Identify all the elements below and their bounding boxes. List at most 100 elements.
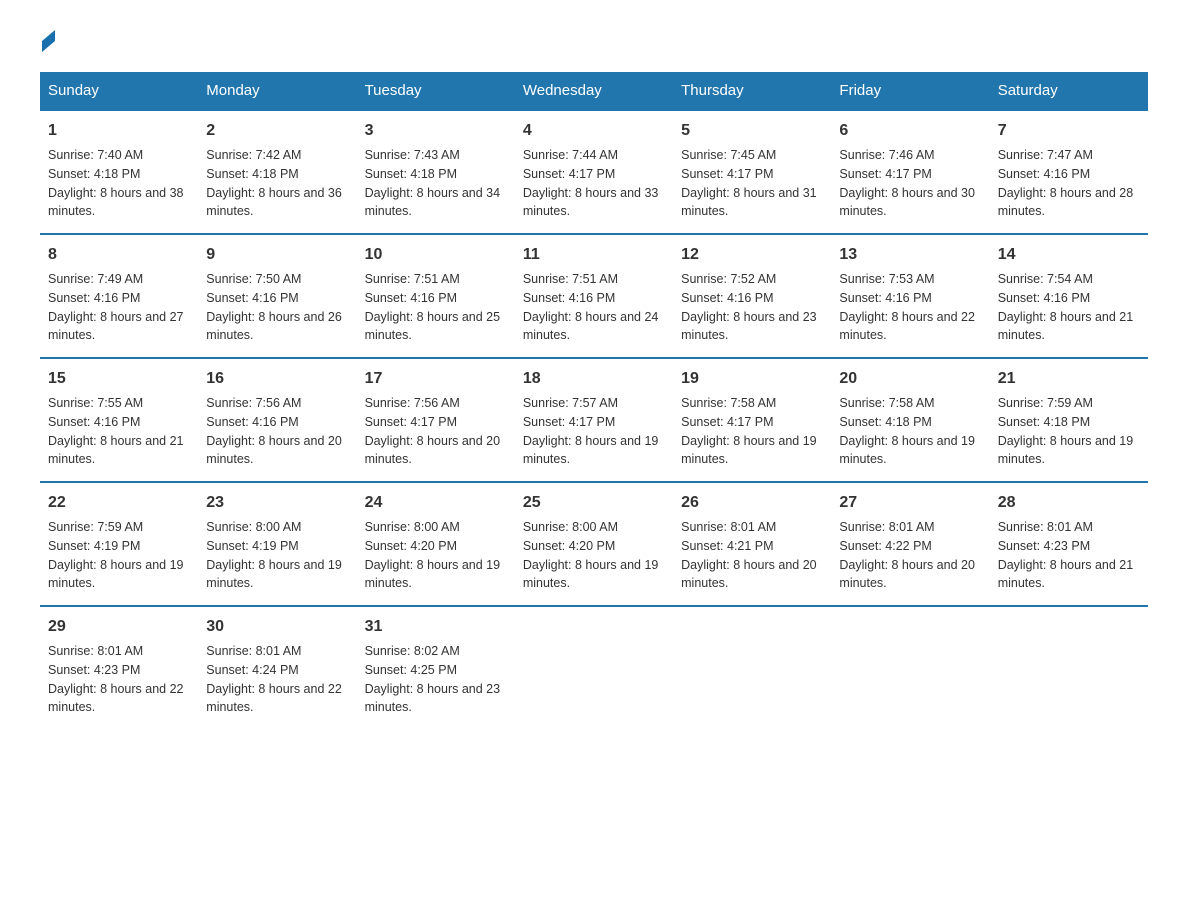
page-header (40, 30, 1148, 52)
day-number: 23 (206, 491, 348, 515)
day-number: 4 (523, 119, 665, 143)
day-info: Sunrise: 7:59 AMSunset: 4:18 PMDaylight:… (998, 394, 1140, 469)
calendar-cell: 10 Sunrise: 7:51 AMSunset: 4:16 PMDayligh… (357, 234, 515, 358)
day-info: Sunrise: 7:59 AMSunset: 4:19 PMDaylight:… (48, 518, 190, 593)
calendar-cell: 6 Sunrise: 7:46 AMSunset: 4:17 PMDaylight… (831, 110, 989, 234)
calendar-header-row: SundayMondayTuesdayWednesdayThursdayFrid… (40, 72, 1148, 110)
calendar-cell: 13Sunrise: 7:53 AMSunset: 4:16 PMDayligh… (831, 234, 989, 358)
day-info: Sunrise: 8:02 AMSunset: 4:25 PMDaylight:… (365, 642, 507, 717)
day-number: 11 (523, 243, 665, 267)
calendar-cell: 7Sunrise: 7:47 AMSunset: 4:16 PMDaylight… (990, 110, 1148, 234)
day-info: Sunrise: 7:42 AMSunset: 4:18 PMDaylight:… (206, 146, 348, 221)
day-info: Sunrise: 7:54 AMSunset: 4:16 PMDaylight:… (998, 270, 1140, 345)
calendar-cell: 29 Sunrise: 8:01 AMSunset: 4:23 PMDayligh… (40, 606, 198, 729)
day-info: Sunrise: 7:56 AMSunset: 4:17 PMDaylight:… (365, 394, 507, 469)
day-number: 8 (48, 243, 190, 267)
week-row-1: 1 Sunrise: 7:40 AMSunset: 4:18 PMDaylight… (40, 110, 1148, 234)
calendar-cell: 26 Sunrise: 8:01 AMSunset: 4:21 PMDayligh… (673, 482, 831, 606)
day-info: Sunrise: 7:47 AMSunset: 4:16 PMDaylight:… (998, 146, 1140, 221)
day-number: 19 (681, 367, 823, 391)
header-wednesday: Wednesday (515, 72, 673, 110)
day-number: 14 (998, 243, 1140, 267)
calendar-cell: 21 Sunrise: 7:59 AMSunset: 4:18 PMDayligh… (990, 358, 1148, 482)
calendar-cell: 14 Sunrise: 7:54 AMSunset: 4:16 PMDayligh… (990, 234, 1148, 358)
day-number: 2 (206, 119, 348, 143)
calendar-cell: 16 Sunrise: 7:56 AMSunset: 4:16 PMDayligh… (198, 358, 356, 482)
day-number: 16 (206, 367, 348, 391)
calendar-cell (673, 606, 831, 729)
day-number: 31 (365, 615, 507, 639)
calendar-cell: 18Sunrise: 7:57 AMSunset: 4:17 PMDayligh… (515, 358, 673, 482)
calendar-cell: 5Sunrise: 7:45 AMSunset: 4:17 PMDaylight… (673, 110, 831, 234)
day-number: 20 (839, 367, 981, 391)
header-sunday: Sunday (40, 72, 198, 110)
day-number: 9 (206, 243, 348, 267)
calendar-cell: 19 Sunrise: 7:58 AMSunset: 4:17 PMDayligh… (673, 358, 831, 482)
day-info: Sunrise: 7:52 AMSunset: 4:16 PMDaylight:… (681, 270, 823, 345)
calendar-cell: 28Sunrise: 8:01 AMSunset: 4:23 PMDayligh… (990, 482, 1148, 606)
calendar-cell: 11 Sunrise: 7:51 AMSunset: 4:16 PMDayligh… (515, 234, 673, 358)
calendar-cell (515, 606, 673, 729)
calendar-cell: 27 Sunrise: 8:01 AMSunset: 4:22 PMDayligh… (831, 482, 989, 606)
day-number: 1 (48, 119, 190, 143)
header-tuesday: Tuesday (357, 72, 515, 110)
day-number: 3 (365, 119, 507, 143)
day-info: Sunrise: 8:00 AMSunset: 4:20 PMDaylight:… (523, 518, 665, 593)
day-number: 17 (365, 367, 507, 391)
day-info: Sunrise: 8:01 AMSunset: 4:23 PMDaylight:… (48, 642, 190, 717)
day-number: 26 (681, 491, 823, 515)
calendar-cell: 22 Sunrise: 7:59 AMSunset: 4:19 PMDayligh… (40, 482, 198, 606)
day-info: Sunrise: 7:49 AMSunset: 4:16 PMDaylight:… (48, 270, 190, 345)
day-info: Sunrise: 7:50 AMSunset: 4:16 PMDaylight:… (206, 270, 348, 345)
day-info: Sunrise: 7:58 AMSunset: 4:17 PMDaylight:… (681, 394, 823, 469)
calendar-cell: 4 Sunrise: 7:44 AMSunset: 4:17 PMDaylight… (515, 110, 673, 234)
calendar-cell: 15Sunrise: 7:55 AMSunset: 4:16 PMDayligh… (40, 358, 198, 482)
day-info: Sunrise: 8:00 AMSunset: 4:19 PMDaylight:… (206, 518, 348, 593)
calendar-cell: 20 Sunrise: 7:58 AMSunset: 4:18 PMDayligh… (831, 358, 989, 482)
header-thursday: Thursday (673, 72, 831, 110)
day-number: 25 (523, 491, 665, 515)
day-number: 15 (48, 367, 190, 391)
day-number: 21 (998, 367, 1140, 391)
calendar-cell: 1 Sunrise: 7:40 AMSunset: 4:18 PMDaylight… (40, 110, 198, 234)
calendar-cell (990, 606, 1148, 729)
day-info: Sunrise: 7:51 AMSunset: 4:16 PMDaylight:… (523, 270, 665, 345)
day-number: 27 (839, 491, 981, 515)
day-info: Sunrise: 8:00 AMSunset: 4:20 PMDaylight:… (365, 518, 507, 593)
day-info: Sunrise: 7:43 AMSunset: 4:18 PMDaylight:… (365, 146, 507, 221)
day-info: Sunrise: 7:44 AMSunset: 4:17 PMDaylight:… (523, 146, 665, 221)
day-number: 24 (365, 491, 507, 515)
day-number: 6 (839, 119, 981, 143)
day-info: Sunrise: 7:40 AMSunset: 4:18 PMDaylight:… (48, 146, 190, 221)
logo (40, 30, 55, 52)
day-info: Sunrise: 7:51 AMSunset: 4:16 PMDaylight:… (365, 270, 507, 345)
calendar-cell: 17 Sunrise: 7:56 AMSunset: 4:17 PMDayligh… (357, 358, 515, 482)
day-info: Sunrise: 7:45 AMSunset: 4:17 PMDaylight:… (681, 146, 823, 221)
calendar-cell: 23 Sunrise: 8:00 AMSunset: 4:19 PMDayligh… (198, 482, 356, 606)
day-number: 10 (365, 243, 507, 267)
calendar-cell: 30Sunrise: 8:01 AMSunset: 4:24 PMDayligh… (198, 606, 356, 729)
week-row-5: 29 Sunrise: 8:01 AMSunset: 4:23 PMDayligh… (40, 606, 1148, 729)
calendar-cell: 25 Sunrise: 8:00 AMSunset: 4:20 PMDayligh… (515, 482, 673, 606)
day-number: 28 (998, 491, 1140, 515)
day-info: Sunrise: 7:56 AMSunset: 4:16 PMDaylight:… (206, 394, 348, 469)
calendar-cell: 3 Sunrise: 7:43 AMSunset: 4:18 PMDaylight… (357, 110, 515, 234)
calendar-cell: 24 Sunrise: 8:00 AMSunset: 4:20 PMDayligh… (357, 482, 515, 606)
day-number: 13 (839, 243, 981, 267)
calendar-table: SundayMondayTuesdayWednesdayThursdayFrid… (40, 72, 1148, 729)
week-row-3: 15Sunrise: 7:55 AMSunset: 4:16 PMDayligh… (40, 358, 1148, 482)
day-info: Sunrise: 7:57 AMSunset: 4:17 PMDaylight:… (523, 394, 665, 469)
calendar-cell (831, 606, 989, 729)
day-number: 12 (681, 243, 823, 267)
calendar-cell: 12 Sunrise: 7:52 AMSunset: 4:16 PMDayligh… (673, 234, 831, 358)
calendar-cell: 2 Sunrise: 7:42 AMSunset: 4:18 PMDaylight… (198, 110, 356, 234)
week-row-2: 8 Sunrise: 7:49 AMSunset: 4:16 PMDaylight… (40, 234, 1148, 358)
day-info: Sunrise: 7:46 AMSunset: 4:17 PMDaylight:… (839, 146, 981, 221)
day-info: Sunrise: 8:01 AMSunset: 4:22 PMDaylight:… (839, 518, 981, 593)
week-row-4: 22 Sunrise: 7:59 AMSunset: 4:19 PMDayligh… (40, 482, 1148, 606)
day-info: Sunrise: 8:01 AMSunset: 4:24 PMDaylight:… (206, 642, 348, 717)
day-number: 22 (48, 491, 190, 515)
day-number: 29 (48, 615, 190, 639)
day-info: Sunrise: 8:01 AMSunset: 4:21 PMDaylight:… (681, 518, 823, 593)
day-info: Sunrise: 7:58 AMSunset: 4:18 PMDaylight:… (839, 394, 981, 469)
